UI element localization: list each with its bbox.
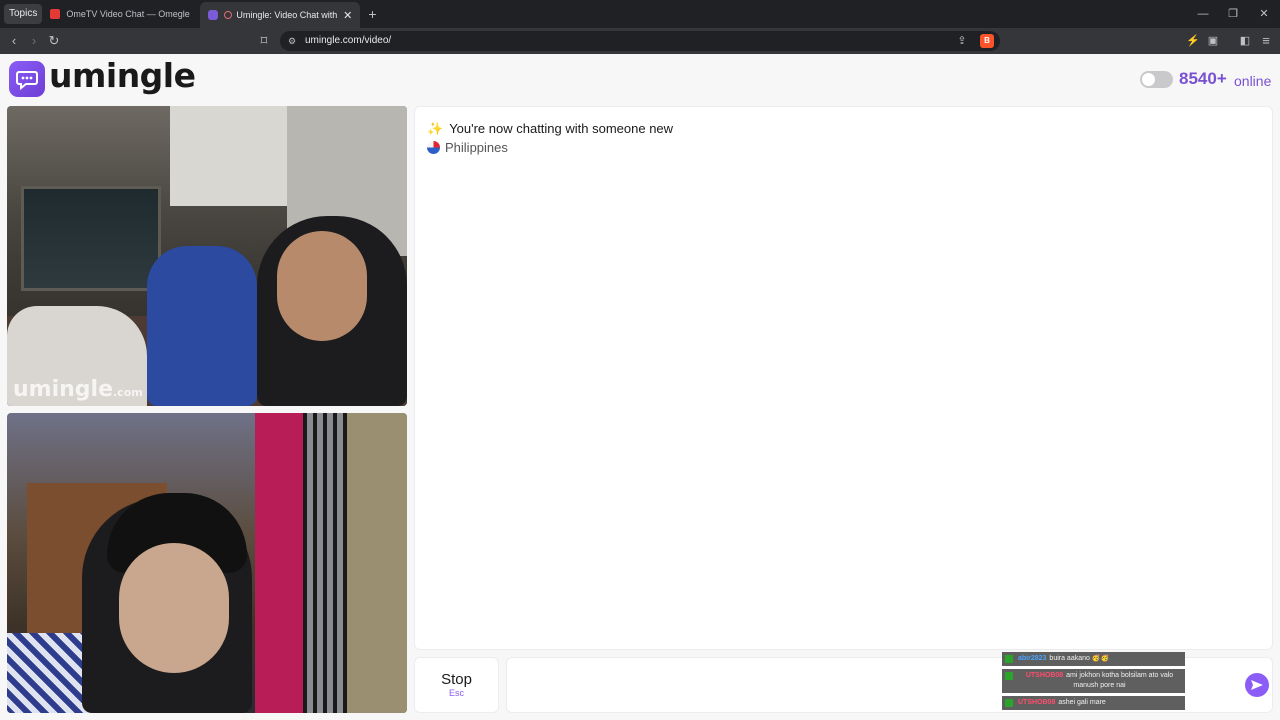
stop-label: Stop <box>441 671 472 688</box>
overlay-username: UTSHOB08 <box>1025 672 1064 679</box>
send-button[interactable] <box>1245 673 1269 697</box>
umingle-favicon-icon <box>208 10 219 20</box>
video-drape-shape <box>347 413 407 713</box>
reload-icon[interactable]: ↻ <box>44 28 64 54</box>
brave-shield-icon[interactable]: B <box>980 34 994 48</box>
tab-title: Umingle: Video Chat with Strangers <box>236 10 339 20</box>
ometv-favicon-icon <box>50 9 61 19</box>
stranger-country: Philippines <box>427 140 508 155</box>
forward-icon[interactable]: › <box>24 28 44 54</box>
send-icon <box>1251 680 1263 690</box>
recording-icon <box>224 11 233 19</box>
online-label: online <box>1234 73 1272 89</box>
share-icon[interactable]: ⇪ <box>952 28 972 54</box>
tab-umingle[interactable]: Umingle: Video Chat with Strangers ✕ <box>200 2 361 28</box>
tab-ometv[interactable]: OmeTV Video Chat — Omegle Random <box>42 0 200 28</box>
overlay-text: ashei gali mare <box>1058 699 1106 706</box>
close-window-button[interactable]: ✕ <box>1249 0 1279 28</box>
overlay-message: abir2823 buira aakano 🥳🥳 <box>1002 652 1185 666</box>
overlay-username: UTSHOB08 <box>1018 699 1056 706</box>
menu-icon[interactable]: ≡ <box>1256 28 1276 54</box>
chat-status: ✨ You're now chatting with someone new <box>427 121 673 137</box>
tab-title: OmeTV Video Chat — Omegle Random <box>66 9 192 19</box>
country-name: Philippines <box>445 140 508 155</box>
badge-icon <box>1005 699 1013 707</box>
extensions-icon[interactable]: ⚡ <box>1183 28 1203 54</box>
brand-name[interactable]: umingle <box>49 56 196 95</box>
badge-icon <box>1005 672 1013 680</box>
sparkles-icon: ✨ <box>427 121 444 136</box>
page: umingle 8540+ online umingle.com ✨ You're… <box>0 54 1280 720</box>
overlay-text: ami jokhon kotha bolsilam ato valo manus… <box>1066 672 1174 689</box>
stop-button[interactable]: Stop Esc <box>414 657 499 713</box>
watermark-suffix: .com <box>113 386 143 399</box>
umingle-logo-icon[interactable] <box>9 61 45 97</box>
wallet-icon[interactable]: ▣ <box>1203 28 1223 54</box>
video-curtain-shape <box>255 413 305 713</box>
overlay-message: UTSHOB08 ami jokhon kotha bolsilam ato va… <box>1002 669 1185 693</box>
topics-button[interactable]: Topics <box>4 4 43 24</box>
video-window-shape <box>21 186 161 291</box>
chat-status-text: You're now chatting with someone new <box>449 121 674 136</box>
stream-chat-overlay: abir2823 buira aakano 🥳🥳 UTSHOB08 ami jokh… <box>1002 652 1185 713</box>
video-face-shape <box>119 543 229 673</box>
browser-toolbar: ‹ › ↻ ⌑ ⚙ umingle.com/video/ ⇪ B ⚡ ▣ ◧ ≡ <box>0 28 1280 54</box>
stop-shortcut: Esc <box>448 688 464 698</box>
video-window-grill-shape <box>303 413 353 713</box>
watermark-text: umingle <box>13 377 113 402</box>
overlay-text: buira aakano 🥳🥳 <box>1049 655 1110 662</box>
sidebar-icon[interactable]: ◧ <box>1235 28 1255 54</box>
video-watermark: umingle.com <box>13 377 143 402</box>
overlay-username: abir2823 <box>1018 655 1047 662</box>
stranger-video: umingle.com <box>7 106 407 406</box>
bookmark-icon[interactable]: ⌑ <box>254 28 274 54</box>
theme-toggle[interactable] <box>1140 71 1173 88</box>
overlay-message: UTSHOB08 ashei gali mare <box>1002 696 1185 710</box>
minimize-button[interactable]: — <box>1188 0 1218 28</box>
badge-icon <box>1005 655 1013 663</box>
new-tab-button[interactable]: + <box>368 6 376 22</box>
online-count: 8540+ <box>1179 69 1227 88</box>
self-video <box>7 413 407 713</box>
video-cabinet-shape <box>170 106 290 206</box>
maximize-button[interactable]: ❐ <box>1218 0 1248 28</box>
philippines-flag-icon <box>427 141 440 154</box>
close-tab-icon[interactable]: ✕ <box>343 9 352 22</box>
site-info-icon[interactable]: ⚙ <box>282 28 302 54</box>
browser-tab-bar: Topics OmeTV Video Chat — Omegle Random … <box>0 0 1280 28</box>
back-icon[interactable]: ‹ <box>4 28 24 54</box>
chat-log: ✨ You're now chatting with someone new Ph… <box>414 106 1273 650</box>
video-face-shape <box>277 231 367 341</box>
video-person-shape <box>147 246 257 406</box>
url-text[interactable]: umingle.com/video/ <box>305 28 391 54</box>
toggle-knob <box>1142 73 1155 86</box>
